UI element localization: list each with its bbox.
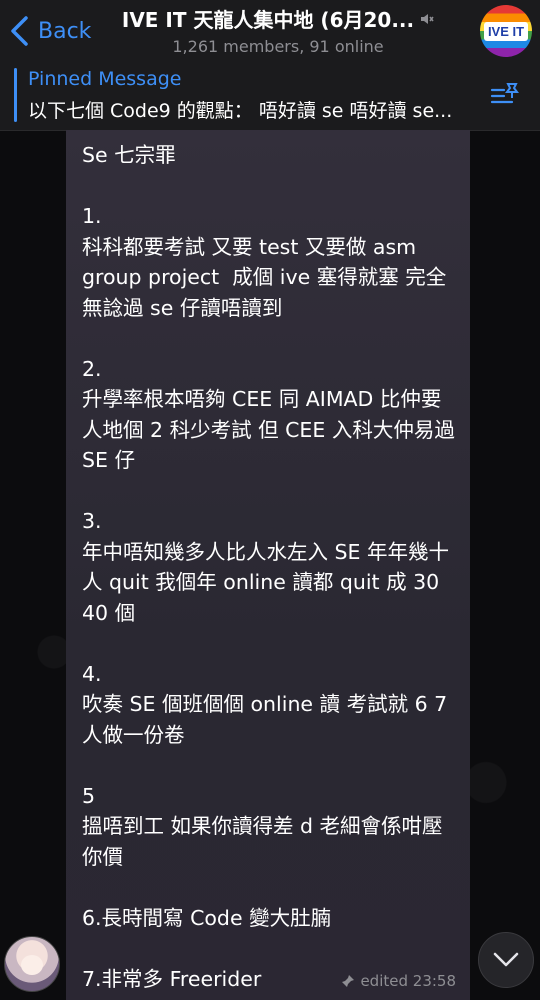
pinned-text: 以下七個 Code9 的觀點： 唔好讀 se 唔好讀 se... <box>28 100 453 122</box>
back-label: Back <box>38 18 92 44</box>
pinned-label: Pinned Message <box>28 68 182 90</box>
chat-subtitle: 1,261 members, 91 online <box>172 37 384 56</box>
speaker-mute-icon <box>421 13 434 24</box>
group-avatar-text: IVE IT <box>483 21 529 41</box>
sender-avatar-face <box>21 955 43 975</box>
sender-avatar[interactable] <box>4 936 60 992</box>
group-avatar[interactable]: IVE IT <box>480 5 532 57</box>
message-bubble[interactable]: Se 七宗罪 1. 科科都要考試 又要 test 又要做 asm group p… <box>66 130 470 1000</box>
pin-list-icon[interactable] <box>490 82 520 110</box>
chat-title-area[interactable]: IVE IT 天龍人集中地 (6月20... 1,261 members, 91… <box>102 4 454 56</box>
scroll-to-bottom-button[interactable] <box>478 932 534 988</box>
message-status: edited 23:58 <box>360 972 456 990</box>
pin-icon <box>342 975 355 987</box>
chevron-left-icon <box>11 16 28 46</box>
message-text: Se 七宗罪 1. 科科都要考試 又要 test 又要做 asm group p… <box>82 143 455 991</box>
chat-title: IVE IT 天龍人集中地 (6月20... <box>121 8 415 32</box>
chevron-down-icon <box>493 952 519 967</box>
pinned-message-bar[interactable]: Pinned Message 以下七個 Code9 的觀點： 唔好讀 se 唔好… <box>0 62 540 131</box>
back-button[interactable]: Back <box>8 12 91 50</box>
pinned-indicator <box>14 68 17 122</box>
message-meta: edited 23:58 <box>341 972 456 990</box>
chat-header: Back IVE IT 天龍人集中地 (6月20... 1,261 member… <box>0 0 540 63</box>
